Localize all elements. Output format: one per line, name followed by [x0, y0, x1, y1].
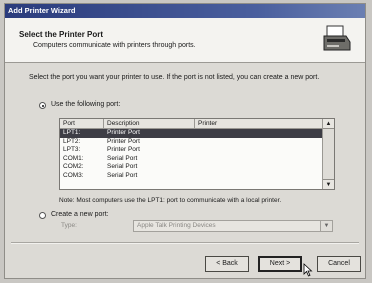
table-row[interactable]: LPT3: Printer Port [60, 146, 322, 155]
port-list-rows: LPT1: Printer Port LPT2: Printer Port LP… [60, 129, 322, 181]
column-header-printer[interactable]: Printer [195, 119, 324, 128]
window-title: Add Printer Wizard [5, 4, 365, 18]
next-button[interactable]: Next > [258, 256, 302, 272]
add-printer-wizard-window: Add Printer Wizard Select the Printer Po… [4, 3, 366, 279]
back-button[interactable]: < Back [205, 256, 249, 272]
instructions-text: Select the port you want your printer to… [29, 74, 320, 81]
table-row[interactable]: LPT1: Printer Port [60, 129, 322, 138]
table-row[interactable]: COM2: Serial Port [60, 163, 322, 172]
port-type-value: Apple Talk Printing Devices [137, 222, 216, 229]
chevron-down-icon[interactable]: ▼ [320, 221, 332, 231]
scroll-up-icon[interactable]: ▲ [323, 119, 334, 129]
scroll-down-icon[interactable]: ▼ [323, 179, 334, 189]
cancel-button[interactable]: Cancel [317, 256, 361, 272]
table-row[interactable]: LPT2: Printer Port [60, 138, 322, 147]
create-new-port-label[interactable]: Create a new port: [51, 211, 109, 218]
port-type-label: Type: [61, 222, 77, 229]
button-separator [11, 242, 359, 244]
use-following-port-radio[interactable] [39, 102, 46, 109]
port-list-header: Port Description Printer [60, 119, 322, 129]
page-subtitle: Computers communicate with printers thro… [33, 42, 196, 49]
create-new-port-radio[interactable] [39, 212, 46, 219]
page-title: Select the Printer Port [19, 30, 104, 39]
table-row[interactable]: COM3: Serial Port [60, 172, 322, 181]
port-list[interactable]: Port Description Printer LPT1: Printer P… [59, 118, 335, 190]
use-following-port-label[interactable]: Use the following port: [51, 101, 120, 108]
column-header-port[interactable]: Port [60, 119, 104, 128]
port-type-dropdown[interactable]: Apple Talk Printing Devices ▼ [133, 220, 333, 232]
column-header-description[interactable]: Description [104, 119, 195, 128]
port-note: Note: Most computers use the LPT1: port … [59, 197, 282, 204]
mouse-cursor-icon [303, 263, 313, 277]
wizard-header: Select the Printer Port Computers commun… [5, 18, 365, 63]
printer-icon [323, 25, 351, 51]
table-row[interactable]: COM1: Serial Port [60, 155, 322, 164]
port-list-scrollbar[interactable]: ▲ ▼ [322, 119, 334, 189]
